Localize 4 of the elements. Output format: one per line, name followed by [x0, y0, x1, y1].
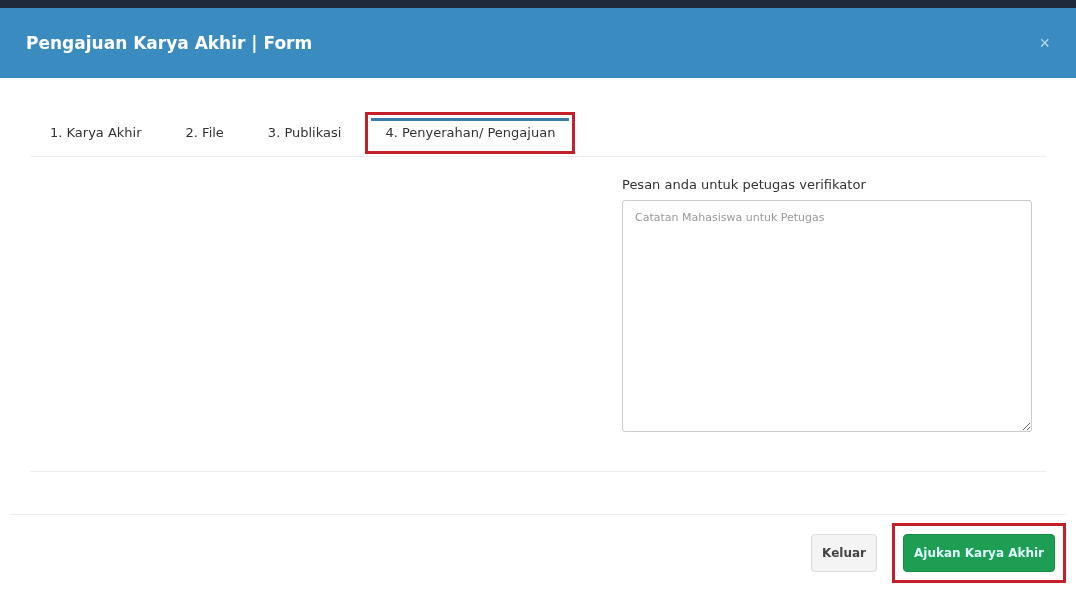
- field-label: Pesan anda untuk petugas verifikator: [622, 177, 867, 192]
- message-field[interactable]: Catatan Mahasiswa untuk Petugas: [622, 200, 1032, 432]
- modal-title: Pengajuan Karya Akhir | Form: [26, 33, 313, 53]
- exit-button[interactable]: Keluar: [811, 534, 877, 572]
